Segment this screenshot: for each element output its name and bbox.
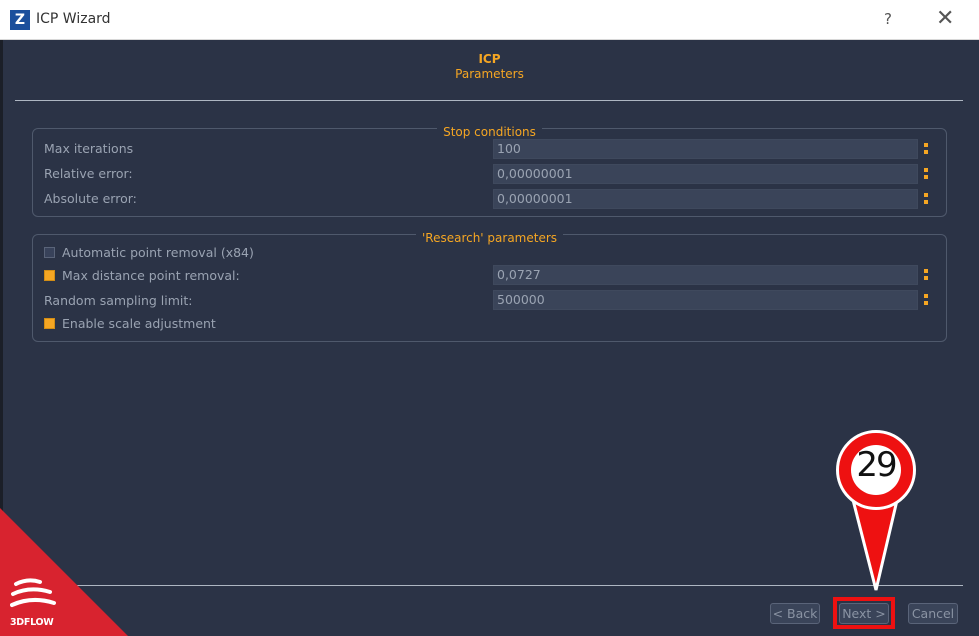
max-iterations-input[interactable]: 100 — [493, 139, 918, 159]
back-button[interactable]: < Back — [770, 603, 820, 624]
absolute-error-input[interactable]: 0,00000001 — [493, 189, 918, 209]
callout-number: 29 — [851, 445, 901, 495]
next-button-highlight — [833, 597, 895, 629]
spin-up-icon[interactable] — [924, 269, 928, 273]
spin-down-icon[interactable] — [924, 150, 928, 154]
spin-up-icon[interactable] — [924, 294, 928, 298]
relative-error-spinner[interactable] — [920, 164, 932, 184]
max-iterations-label: Max iterations — [44, 141, 134, 156]
3dflow-logo-icon — [10, 578, 56, 607]
max-iterations-spinner[interactable] — [920, 139, 932, 159]
max-distance-spinner[interactable] — [920, 265, 932, 285]
absolute-error-label: Absolute error: — [44, 191, 137, 206]
app-logo-icon: Z — [10, 10, 30, 30]
spin-up-icon[interactable] — [924, 143, 928, 147]
page-subtitle: Parameters — [455, 67, 524, 81]
absolute-error-spinner[interactable] — [920, 189, 932, 209]
max-distance-input[interactable]: 0,0727 — [493, 265, 918, 285]
spin-down-icon[interactable] — [924, 175, 928, 179]
spin-up-icon[interactable] — [924, 168, 928, 172]
research-parameters-title: 'Research' parameters — [415, 231, 564, 245]
window-title: ICP Wizard — [36, 11, 111, 27]
sampling-limit-label: Random sampling limit: — [44, 293, 193, 308]
brand-text: 3DFLOW — [10, 617, 54, 628]
title-bar: Z ICP Wizard ? ✕ — [0, 0, 979, 40]
cancel-button[interactable]: Cancel — [908, 603, 958, 624]
scale-adjust-checkbox[interactable] — [44, 318, 55, 329]
relative-error-input[interactable]: 0,00000001 — [493, 164, 918, 184]
max-distance-checkbox[interactable] — [44, 270, 55, 281]
close-button[interactable]: ✕ — [936, 6, 954, 32]
header-divider — [15, 100, 963, 101]
spin-up-icon[interactable] — [924, 193, 928, 197]
max-distance-label: Max distance point removal: — [62, 268, 240, 283]
relative-error-label: Relative error: — [44, 166, 133, 181]
stop-conditions-title: Stop conditions — [437, 125, 542, 139]
spin-down-icon[interactable] — [924, 276, 928, 280]
page-title: ICP — [478, 52, 501, 66]
help-button[interactable]: ? — [884, 10, 892, 28]
sampling-limit-input[interactable]: 500000 — [493, 290, 918, 310]
footer-divider — [15, 585, 963, 586]
auto-removal-checkbox[interactable] — [44, 247, 55, 258]
callout-badge: 29 — [836, 430, 916, 510]
spin-down-icon[interactable] — [924, 301, 928, 305]
scale-adjust-label: Enable scale adjustment — [62, 316, 216, 331]
spin-down-icon[interactable] — [924, 200, 928, 204]
sampling-limit-spinner[interactable] — [920, 290, 932, 310]
auto-removal-label: Automatic point removal (x84) — [62, 245, 254, 260]
